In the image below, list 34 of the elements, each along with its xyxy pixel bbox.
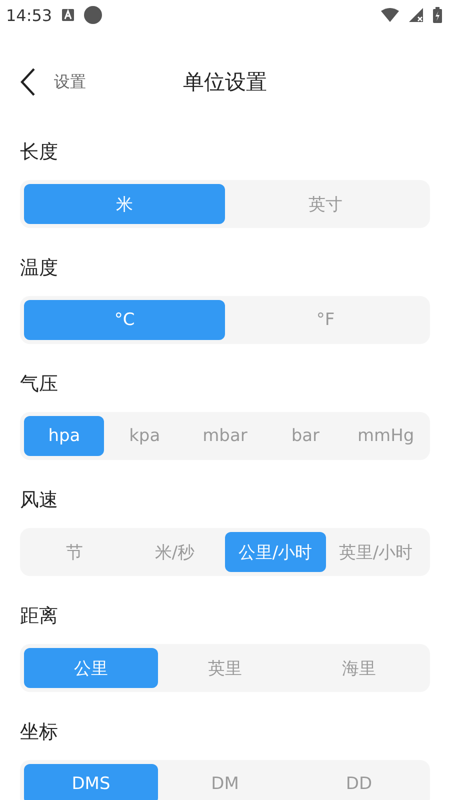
notification-icon xyxy=(62,9,74,21)
unit-option[interactable]: 节 xyxy=(24,532,124,572)
status-time: 14:53 xyxy=(6,6,52,24)
signal-icon xyxy=(409,8,423,22)
unit-option[interactable]: 英里/小时 xyxy=(326,532,426,572)
unit-option[interactable]: 公里 xyxy=(24,648,158,688)
unit-option[interactable]: hpa xyxy=(24,416,104,456)
section-label: 长度 xyxy=(20,140,58,164)
section-label: 风速 xyxy=(20,488,58,512)
battery-icon xyxy=(433,7,442,23)
section-label: 距离 xyxy=(20,604,58,628)
unit-option[interactable]: kpa xyxy=(104,416,185,456)
back-button[interactable]: 设置 xyxy=(20,68,86,96)
unit-option[interactable]: °C xyxy=(24,300,225,340)
unit-option[interactable]: 海里 xyxy=(292,648,426,688)
unit-option[interactable]: 英寸 xyxy=(225,184,426,224)
unit-option[interactable]: 米 xyxy=(24,184,225,224)
unit-option[interactable]: DM xyxy=(158,764,292,800)
unit-option[interactable]: DMS xyxy=(24,764,158,800)
unit-option[interactable]: 米/秒 xyxy=(124,532,225,572)
section-label: 坐标 xyxy=(20,720,58,744)
unit-option[interactable]: mbar xyxy=(184,416,266,456)
unit-option[interactable]: DD xyxy=(292,764,426,800)
section-label: 气压 xyxy=(20,372,58,396)
page-title: 单位设置 xyxy=(183,70,267,94)
unit-option[interactable]: 英里 xyxy=(158,648,292,688)
unit-option[interactable]: mmHg xyxy=(346,416,426,456)
unit-option[interactable]: bar xyxy=(265,416,346,456)
circle-icon xyxy=(84,6,102,24)
back-icon xyxy=(20,68,36,96)
wifi-icon xyxy=(381,8,399,22)
unit-option[interactable]: °F xyxy=(225,300,426,340)
unit-option[interactable]: 公里/小时 xyxy=(225,532,326,572)
section-label: 温度 xyxy=(20,256,58,280)
